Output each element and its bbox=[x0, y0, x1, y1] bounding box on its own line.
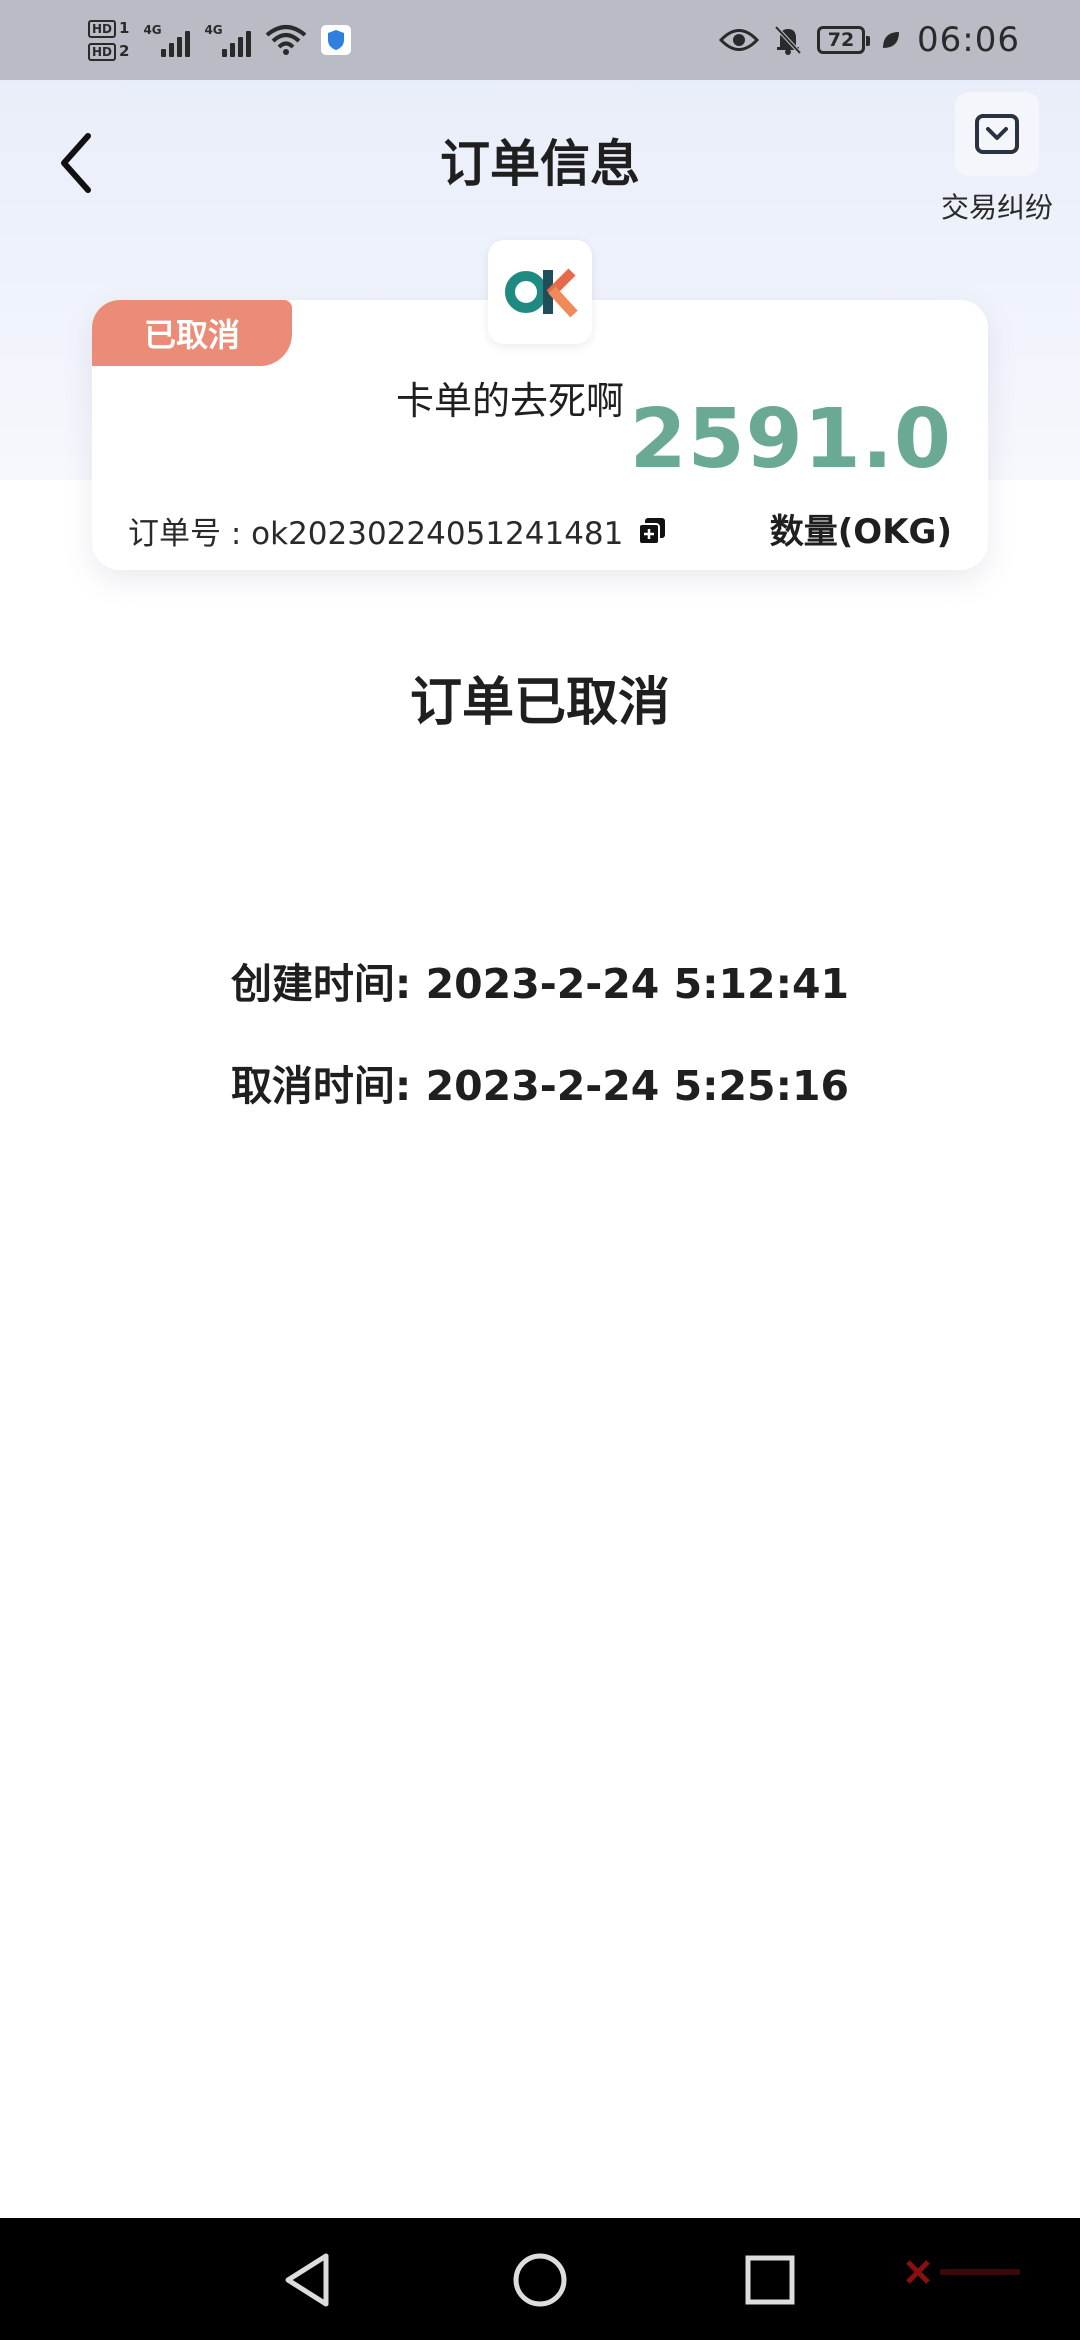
status-right: 72 06:06 bbox=[719, 10, 1020, 70]
quantity-label: 数量(OKG) bbox=[769, 512, 952, 552]
watermark bbox=[904, 2258, 1020, 2286]
created-time: 创建时间: 2023-2-24 5:12:41 bbox=[230, 960, 850, 1008]
bell-muted-icon bbox=[774, 25, 802, 55]
nav-back-icon[interactable] bbox=[278, 2248, 342, 2312]
nav-home-icon[interactable] bbox=[508, 2248, 572, 2312]
dispute-button[interactable]: 交易纠纷 bbox=[932, 92, 1062, 226]
hd-indicators: HD 1 HD 2 bbox=[88, 19, 129, 61]
signal-icon-2: 4G bbox=[204, 23, 252, 57]
order-number: 订单号 : ok20230224051241481 bbox=[128, 508, 667, 553]
page-title: 订单信息 bbox=[440, 135, 640, 193]
dispute-label: 交易纠纷 bbox=[940, 191, 1053, 224]
okx-logo-icon bbox=[505, 268, 578, 318]
order-number-text: 订单号 : ok20230224051241481 bbox=[128, 516, 624, 552]
nav-recents-icon[interactable] bbox=[738, 2248, 802, 2312]
order-status-heading: 订单已取消 bbox=[409, 673, 670, 733]
wifi-icon bbox=[266, 25, 307, 55]
eye-icon bbox=[719, 29, 760, 51]
status-badge: 已取消 bbox=[92, 300, 292, 366]
dispute-icon bbox=[955, 92, 1039, 176]
watermark-logo-icon bbox=[906, 2260, 930, 2284]
merchant-logo bbox=[488, 240, 592, 344]
cancelled-time: 取消时间: 2023-2-24 5:25:16 bbox=[230, 1062, 850, 1110]
leaf-icon bbox=[883, 32, 900, 48]
hd-1: HD 1 bbox=[88, 19, 129, 38]
copy-icon[interactable] bbox=[637, 516, 667, 546]
order-amount: 2591.0 bbox=[629, 392, 952, 487]
status-bar: HD 1 HD 2 4G 4G 72 06:06 bbox=[0, 0, 1080, 80]
watermark-text-graphic bbox=[940, 2269, 1020, 2275]
status-left: HD 1 HD 2 4G 4G bbox=[88, 10, 352, 70]
navigation-bar bbox=[0, 2218, 1080, 2340]
signal-icon-1: 4G bbox=[143, 23, 191, 57]
clock: 06:06 bbox=[917, 20, 1020, 60]
shield-icon bbox=[321, 25, 352, 55]
battery-icon: 72 bbox=[817, 26, 871, 54]
hd-2: HD 2 bbox=[88, 42, 129, 61]
